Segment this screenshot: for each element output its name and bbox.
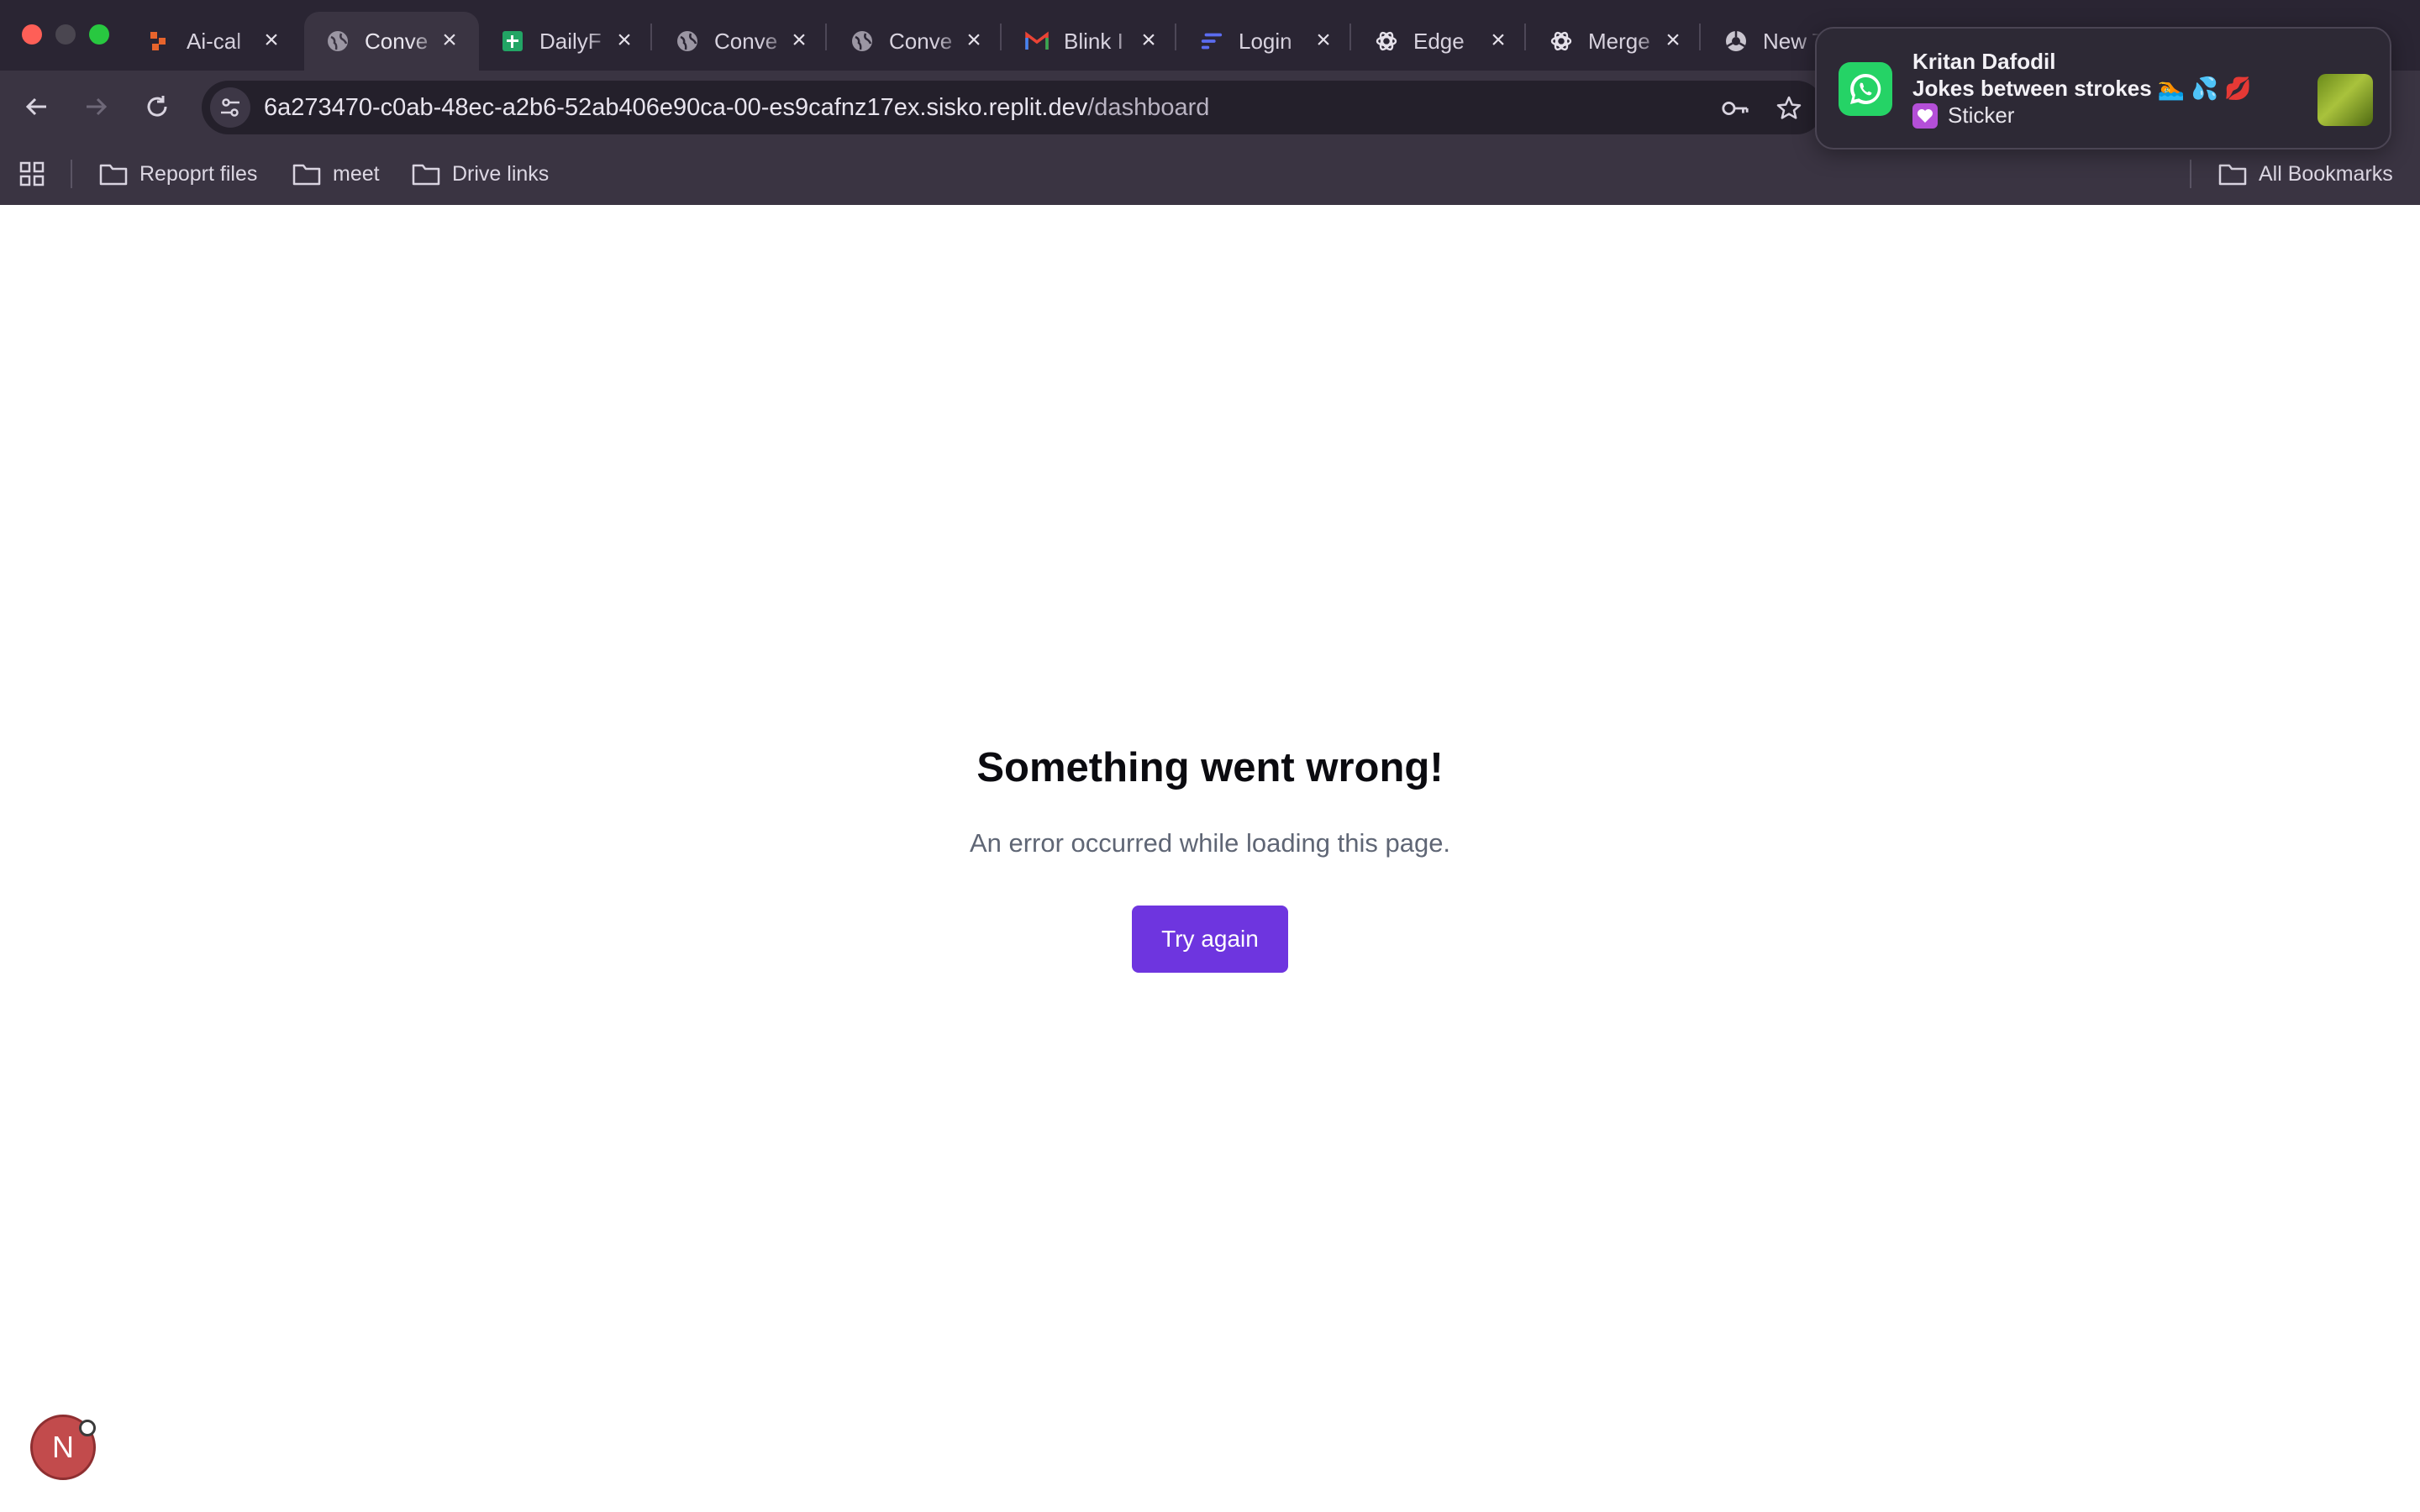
tab-separator (825, 24, 827, 50)
folder-icon (292, 164, 321, 186)
notification-toast[interactable]: Kritan Dafodil Jokes between strokes 🏊 💦… (1815, 27, 2391, 150)
reload-icon (147, 96, 167, 117)
tab-separator (1349, 24, 1351, 50)
attachment-label: Sticker (1948, 102, 2015, 128)
notification-message: Jokes between strokes 🏊 💦 💋 (1912, 76, 2252, 101)
gmail-icon (1025, 29, 1049, 53)
address-bar[interactable]: 6a273470-c0ab-48ec-a2b6-52ab406e90ca-00-… (202, 81, 1823, 134)
tab-title: Edge (1413, 28, 1465, 54)
tab-separator (1699, 24, 1701, 50)
folder-icon (99, 164, 128, 186)
window-close-button[interactable] (22, 24, 42, 45)
tab-close-icon[interactable]: × (439, 28, 460, 53)
browser-tab[interactable]: Ai-cal × (126, 12, 301, 71)
notification-attachment: Sticker (1912, 102, 2014, 129)
browser-tab[interactable]: Blink I × (1003, 12, 1178, 71)
tab-close-icon[interactable]: × (1138, 28, 1160, 53)
browser-tab[interactable]: Conve × (829, 12, 1003, 71)
openai-icon (1375, 29, 1398, 53)
linear-icon (1200, 29, 1223, 53)
bookmark-star-icon[interactable] (1775, 94, 1803, 123)
dev-badge-letter: N (52, 1430, 74, 1464)
all-bookmarks-label: All Bookmarks (2259, 161, 2393, 186)
tune-icon (221, 98, 239, 117)
tab-close-icon[interactable]: × (788, 28, 810, 53)
tab-close-icon[interactable]: × (613, 28, 635, 53)
url-path: /dashboard (1087, 94, 1210, 121)
bookmark-folder[interactable]: Repoprt files (99, 158, 257, 190)
bookmark-label: meet (333, 161, 380, 186)
window-maximize-button[interactable] (89, 24, 109, 45)
bookmark-folder[interactable]: meet (292, 158, 380, 190)
tab-title: Conve (365, 28, 429, 54)
bookmark-label: Drive links (452, 161, 550, 186)
apps-grid-icon (19, 161, 45, 186)
tab-separator (1000, 24, 1002, 50)
sticker-thumbnail (2317, 74, 2373, 126)
url-host: 6a273470-c0ab-48ec-a2b6-52ab406e90ca-00-… (264, 94, 1088, 121)
bookmarks-bar: Repoprt files meet Drive links All Bookm… (0, 143, 2420, 205)
password-key-icon[interactable] (1721, 94, 1749, 123)
notification-sender: Kritan Dafodil (1912, 49, 2056, 74)
forward-button[interactable] (79, 89, 114, 124)
browser-tab[interactable]: DailyF × (479, 12, 654, 71)
error-message: An error occurred while loading this pag… (969, 828, 1451, 858)
sheets-icon (501, 29, 524, 53)
tab-title: Login (1239, 28, 1292, 54)
bookmark-label: Repoprt files (139, 161, 258, 186)
arrow-left-icon (25, 97, 46, 116)
tab-separator (1524, 24, 1526, 50)
openai-icon (1549, 29, 1573, 53)
chrome-icon (1724, 29, 1748, 53)
arrow-right-icon (87, 97, 108, 116)
site-info-button[interactable] (210, 87, 250, 128)
reload-button[interactable] (139, 89, 175, 124)
tab-title: Conve (714, 28, 778, 54)
tab-close-icon[interactable]: × (1662, 28, 1684, 53)
tab-title: New T (1763, 28, 1820, 54)
try-again-button[interactable]: Try again (1132, 906, 1288, 973)
tab-close-icon[interactable]: × (260, 28, 282, 53)
browser-tab[interactable]: Conve × (654, 12, 829, 71)
bookmarks-separator (2190, 160, 2191, 188)
tab-title: DailyF (539, 28, 602, 54)
dev-badge-indicator (79, 1420, 96, 1436)
error-title: Something went wrong! (976, 745, 1444, 790)
tab-close-icon[interactable]: × (1313, 28, 1334, 53)
globe-icon (676, 29, 699, 53)
tab-close-icon[interactable]: × (1487, 28, 1509, 53)
window-minimize-button[interactable] (55, 24, 76, 45)
browser-tab[interactable]: Edge × (1353, 12, 1528, 71)
apps-button[interactable] (18, 158, 57, 190)
tab-title: Conve (889, 28, 953, 54)
back-button[interactable] (18, 89, 54, 124)
browser-tab[interactable]: Login × (1178, 12, 1353, 71)
tab-separator (650, 24, 652, 50)
url-text: 6a273470-c0ab-48ec-a2b6-52ab406e90ca-00-… (264, 94, 1209, 122)
browser-tab[interactable]: New T (1702, 12, 1820, 71)
all-bookmarks-button[interactable]: All Bookmarks (2218, 158, 2393, 190)
whatsapp-icon (1839, 62, 1892, 116)
bookmark-folder[interactable]: Drive links (412, 158, 549, 190)
tab-title: Blink I (1064, 28, 1123, 54)
browser-tab[interactable]: Merge × (1528, 12, 1702, 71)
tab-close-icon[interactable]: × (963, 28, 985, 53)
bookmarks-separator (71, 160, 72, 188)
folder-icon (2218, 164, 2247, 186)
tab-title: Ai-cal (187, 28, 242, 54)
globe-icon (326, 29, 350, 53)
globe-icon (850, 29, 874, 53)
folder-icon (412, 164, 440, 186)
browser-tab-active[interactable]: Conve × (304, 12, 479, 71)
heart-icon (1912, 102, 1938, 129)
tab-separator (1175, 24, 1176, 50)
tab-title: Merge (1588, 28, 1650, 54)
orange-blocks-icon (148, 29, 171, 53)
